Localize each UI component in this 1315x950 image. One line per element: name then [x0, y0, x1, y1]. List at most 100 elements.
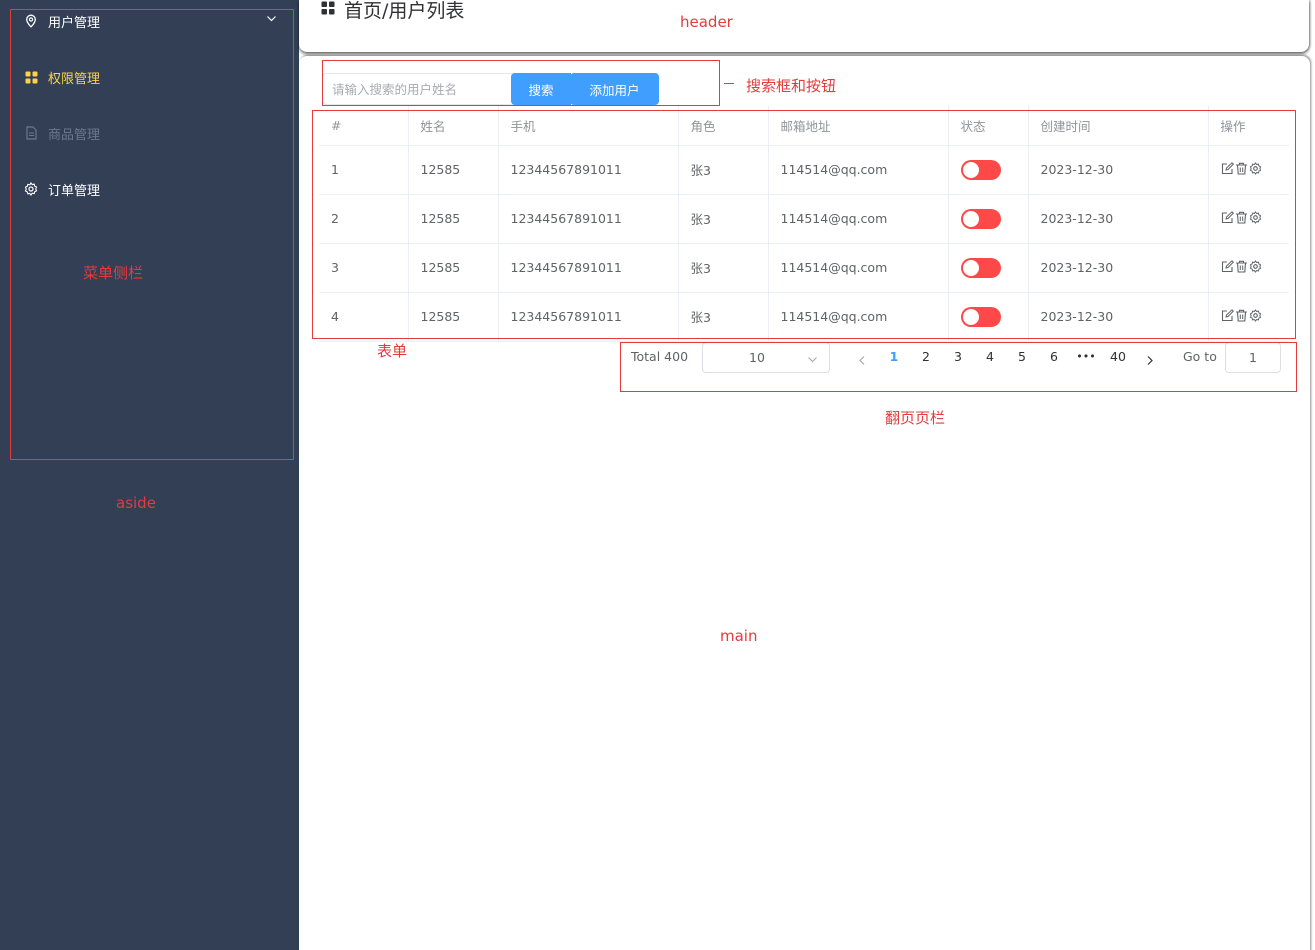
cell-created: 2023-12-30	[1028, 194, 1209, 244]
cell-phone: 12344567891011	[498, 243, 679, 293]
status-switch[interactable]	[960, 208, 1001, 229]
breadcrumb: 首页/用户列表	[344, 0, 465, 22]
grid-icon	[321, 0, 335, 19]
cell-created: 2023-12-30	[1028, 243, 1209, 293]
cell-actions	[1208, 243, 1289, 293]
page-size-value: 10	[749, 350, 765, 365]
page-number[interactable]: 6	[1043, 348, 1065, 366]
cell-created: 2023-12-30	[1028, 292, 1209, 342]
page-number[interactable]: 5	[1011, 348, 1033, 366]
settings-icon[interactable]	[1249, 260, 1262, 273]
settings-icon[interactable]	[1249, 211, 1262, 224]
cell-role: 张3	[678, 243, 769, 293]
sidebar-item-permission-management[interactable]: 权限管理	[0, 49, 299, 105]
cell-role: 张3	[678, 194, 769, 244]
annotation-label-main: main	[720, 627, 758, 645]
cell-index: 3	[319, 243, 409, 293]
add-user-button[interactable]: 添加用户	[570, 73, 659, 105]
cell-actions	[1208, 292, 1289, 342]
row-actions	[1221, 211, 1262, 224]
delete-icon[interactable]	[1235, 309, 1248, 322]
cell-name: 12585	[408, 292, 499, 342]
status-switch[interactable]	[960, 257, 1001, 278]
next-page-icon[interactable]	[1145, 351, 1155, 370]
switch-knob	[962, 259, 979, 276]
pagination-total: Total 400	[631, 349, 689, 364]
cell-role: 张3	[678, 292, 769, 342]
cell-actions	[1208, 145, 1289, 195]
row-actions	[1221, 309, 1262, 322]
page-size-select[interactable]: 10	[702, 342, 830, 373]
annotation-label-aside: aside	[116, 494, 156, 512]
page-ellipsis[interactable]: •••	[1075, 348, 1097, 366]
column-header: #	[319, 106, 409, 146]
settings-icon[interactable]	[1249, 162, 1262, 175]
cell-status	[948, 145, 1029, 195]
cell-name: 12585	[408, 145, 499, 195]
annotation-dash	[724, 83, 734, 84]
page-number[interactable]: 2	[915, 348, 937, 366]
edit-icon[interactable]	[1221, 260, 1234, 273]
table-row: 1 12585 12344567891011 张3 114514@qq.com 2023-…	[319, 145, 1289, 195]
cell-index: 4	[319, 292, 409, 342]
page-number[interactable]: 40	[1107, 348, 1129, 366]
search-button[interactable]: 搜索	[511, 73, 571, 105]
cell-status	[948, 292, 1029, 342]
cell-status	[948, 243, 1029, 293]
cell-email: 114514@qq.com	[768, 292, 949, 342]
edit-icon[interactable]	[1221, 211, 1234, 224]
column-header: 创建时间	[1028, 106, 1209, 146]
sidebar-item-label: 订单管理	[48, 183, 101, 199]
table-row: 2 12585 12344567891011 张3 114514@qq.com 2023-…	[319, 194, 1289, 244]
sidebar-item-label: 商品管理	[48, 127, 101, 143]
row-actions	[1221, 260, 1262, 273]
column-header: 邮箱地址	[768, 106, 949, 146]
annotation-label-header: header	[680, 13, 733, 31]
cell-index: 1	[319, 145, 409, 195]
status-switch[interactable]	[960, 306, 1001, 327]
delete-icon[interactable]	[1235, 260, 1248, 273]
cell-status	[948, 194, 1029, 244]
column-header: 状态	[948, 106, 1029, 146]
annotation-label-menu: 菜单侧栏	[83, 264, 144, 282]
cell-role: 张3	[678, 145, 769, 195]
cell-phone: 12344567891011	[498, 145, 679, 195]
delete-icon[interactable]	[1235, 211, 1248, 224]
header: 首页/用户列表	[299, 0, 1309, 52]
aside: 用户管理 权限管理 商品管理 订单管理	[0, 0, 299, 950]
switch-knob	[962, 161, 979, 178]
sidebar-item-label: 权限管理	[48, 71, 101, 87]
prev-page-icon[interactable]	[857, 351, 867, 370]
cell-name: 12585	[408, 194, 499, 244]
edit-icon[interactable]	[1221, 309, 1234, 322]
settings-icon[interactable]	[1249, 309, 1262, 322]
cell-actions	[1208, 194, 1289, 244]
table-row: 4 12585 12344567891011 张3 114514@qq.com 2023-…	[319, 292, 1289, 342]
goto-input[interactable]	[1225, 342, 1281, 373]
sidebar-item-user-management[interactable]: 用户管理	[0, 0, 299, 49]
location-icon	[24, 14, 38, 28]
cell-created: 2023-12-30	[1028, 145, 1209, 195]
sidebar-item-product-management: 商品管理	[0, 105, 299, 161]
table-header-row: # 姓名 手机 角色 邮箱地址 状态 创建时间 操作	[319, 106, 1289, 146]
cell-email: 114514@qq.com	[768, 243, 949, 293]
annotation-label-table: 表单	[377, 342, 408, 360]
gear-icon	[24, 182, 38, 196]
column-header: 操作	[1208, 106, 1289, 146]
cell-email: 114514@qq.com	[768, 194, 949, 244]
page-number[interactable]: 3	[947, 348, 969, 366]
cell-index: 2	[319, 194, 409, 244]
switch-knob	[962, 308, 979, 325]
sidebar-item-label: 用户管理	[48, 15, 101, 31]
edit-icon[interactable]	[1221, 162, 1234, 175]
search-input[interactable]	[322, 73, 514, 105]
column-header: 角色	[678, 106, 769, 146]
sidebar-item-order-management[interactable]: 订单管理	[0, 161, 299, 217]
status-switch[interactable]	[960, 159, 1001, 180]
goto-label: Go to	[1183, 349, 1217, 364]
chevron-down-icon	[266, 13, 277, 28]
annotation-label-pagination: 翻页页栏	[885, 409, 946, 427]
page-number[interactable]: 4	[979, 348, 1001, 366]
page-number[interactable]: 1	[883, 348, 905, 366]
delete-icon[interactable]	[1235, 162, 1248, 175]
